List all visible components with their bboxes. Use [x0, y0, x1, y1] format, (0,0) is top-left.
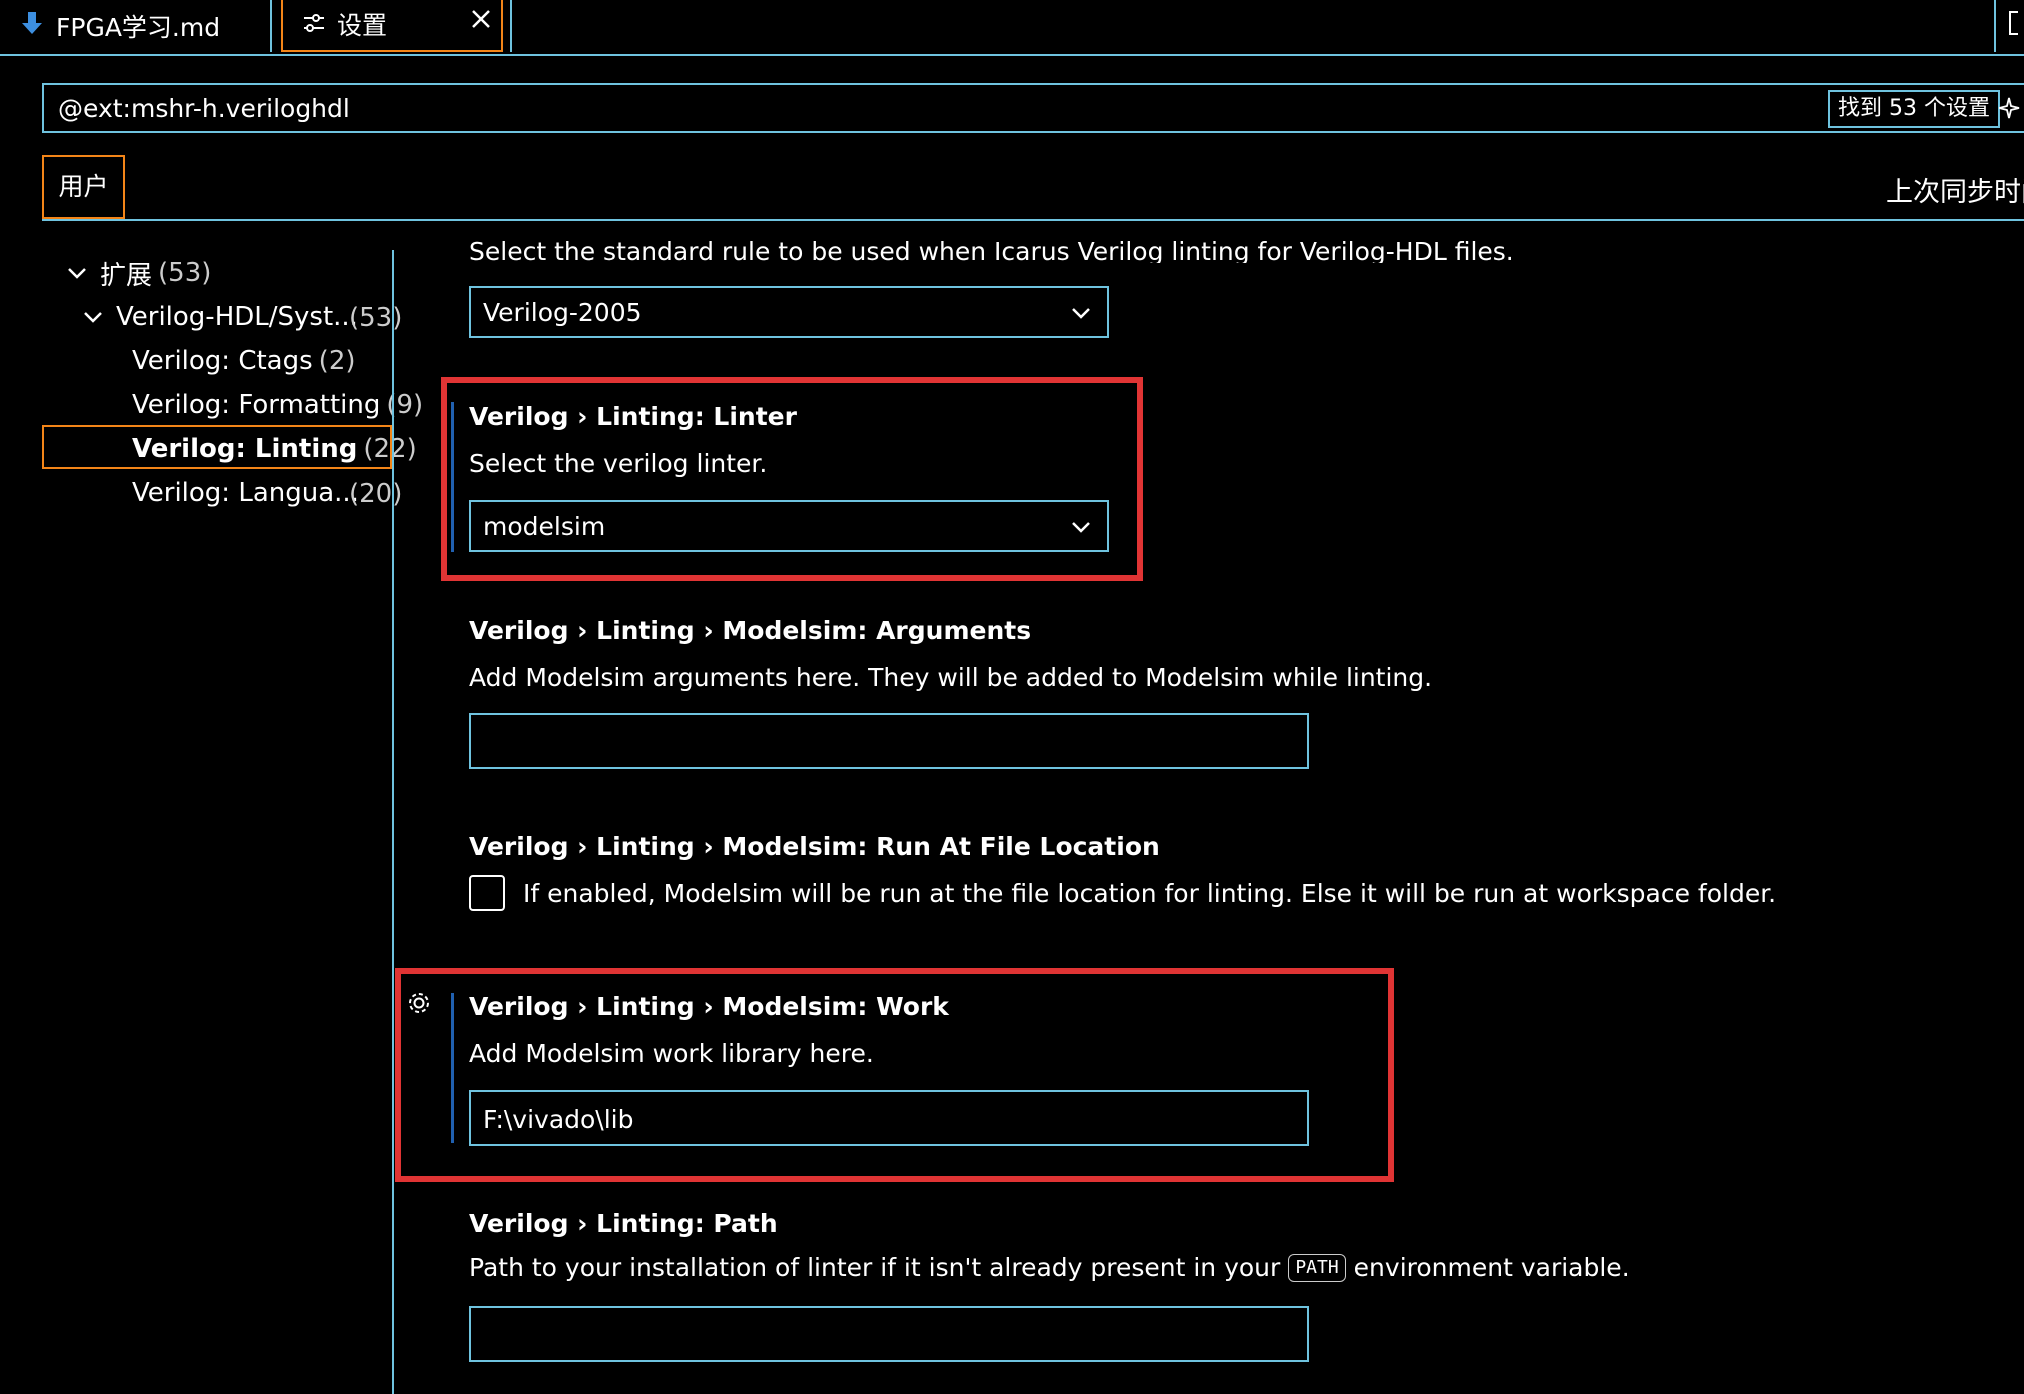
tree-item-label: Verilog-HDL/Syst... [116, 302, 358, 332]
tree-item-label: Verilog: Langua... [132, 478, 359, 508]
standard-rule-desc: Select the standard rule to be used when… [469, 237, 1514, 263]
chevron-down-icon [1072, 308, 1090, 319]
setting-desc: Select the verilog linter. [469, 449, 768, 478]
tab-fpga-md-label: FPGA学习.md [56, 13, 221, 42]
dropdown-value: Verilog-2005 [483, 298, 642, 327]
setting-title: Verilog › Linting › Modelsim: Arguments [469, 616, 1032, 645]
arrow-down-icon [22, 12, 42, 34]
tab-settings-label: 设置 [337, 11, 388, 40]
settings-search-input[interactable]: @ext:mshr-h.veriloghdl 找到 53 个设置 [42, 83, 2024, 133]
tree-item-label: 扩展 [100, 260, 153, 291]
tree-item-count: (53) [158, 258, 212, 288]
tree-item-count: (20) [349, 479, 403, 509]
standard-rule-dropdown[interactable]: Verilog-2005 [469, 286, 1109, 338]
tree-item-linting[interactable]: Verilog: Linting (22) [132, 429, 417, 469]
open-settings-json-icon[interactable] [2004, 8, 2024, 38]
setting-title: Verilog › Linting › Modelsim: Run At Fil… [469, 832, 1160, 861]
tab-user-settings[interactable]: 用户 [42, 155, 125, 219]
input-value: F:\vivado\lib [483, 1105, 634, 1134]
path-desc-after: environment variable. [1353, 1253, 1630, 1282]
path-desc-before: Path to your installation of linter if i… [469, 1253, 1281, 1282]
chevron-down-icon [68, 268, 86, 279]
path-code-tag: PATH [1288, 1253, 1346, 1282]
modelsim-arguments-input[interactable] [469, 713, 1309, 769]
search-input-value: @ext:mshr-h.veriloghdl [58, 94, 350, 123]
tree-item-label: Verilog: Formatting [132, 390, 381, 420]
last-sync-label: 上次同步时间 [1886, 177, 2024, 208]
linter-path-input[interactable] [469, 1306, 1309, 1362]
clipped-setting-description: Select the standard rule to be used when… [394, 221, 2024, 263]
tab-settings[interactable]: 设置 [281, 0, 503, 52]
tree-item-count: (22) [363, 434, 417, 464]
tree-item-extensions[interactable]: 扩展 (53) [64, 253, 211, 293]
setting-title: Verilog › Linting: Path [469, 1209, 778, 1238]
tab-fpga-md[interactable]: FPGA学习.md [0, 0, 272, 52]
sparkle-filter-icon[interactable] [1999, 95, 2024, 123]
modified-indicator [451, 993, 454, 1143]
tab-divider [510, 0, 512, 52]
tree-item-label: Verilog: Ctags [132, 346, 313, 376]
setting-title: Verilog › Linting › Modelsim: Work [469, 992, 949, 1021]
tree-divider [392, 250, 394, 1394]
tree-item-label: Verilog: Linting [132, 434, 358, 464]
chevron-down-icon [84, 312, 102, 323]
gear-icon[interactable] [404, 988, 434, 1018]
setting-desc: Path to your installation of linter if i… [469, 1253, 1630, 1282]
setting-desc: Add Modelsim arguments here. They will b… [469, 663, 1433, 692]
setting-title: Verilog › Linting: Linter [469, 402, 797, 431]
run-at-file-location-checkbox[interactable] [469, 875, 505, 911]
modelsim-work-input[interactable]: F:\vivado\lib [469, 1090, 1309, 1146]
tree-item-count: (2) [318, 346, 356, 376]
tree-item-count: (53) [349, 303, 403, 333]
tree-item-language[interactable]: Verilog: Langua... [132, 473, 359, 513]
settings-sliders-icon [304, 14, 324, 32]
chevron-down-icon [1072, 522, 1090, 533]
modified-indicator [451, 402, 454, 552]
tree-item-formatting[interactable]: Verilog: Formatting (9) [132, 385, 423, 425]
dropdown-value: modelsim [483, 512, 606, 541]
tree-item-ctags[interactable]: Verilog: Ctags (2) [132, 341, 356, 381]
linter-dropdown[interactable]: modelsim [469, 500, 1109, 552]
setting-desc: Add Modelsim work library here. [469, 1039, 874, 1068]
tab-bar-right-divider [1994, 0, 1996, 52]
close-icon[interactable] [470, 8, 492, 30]
setting-desc: If enabled, Modelsim will be run at the … [523, 879, 1777, 908]
tree-item-verilog-hdl[interactable]: Verilog-HDL/Syst... [80, 297, 358, 337]
found-count-badge: 找到 53 个设置 [1828, 90, 2000, 128]
